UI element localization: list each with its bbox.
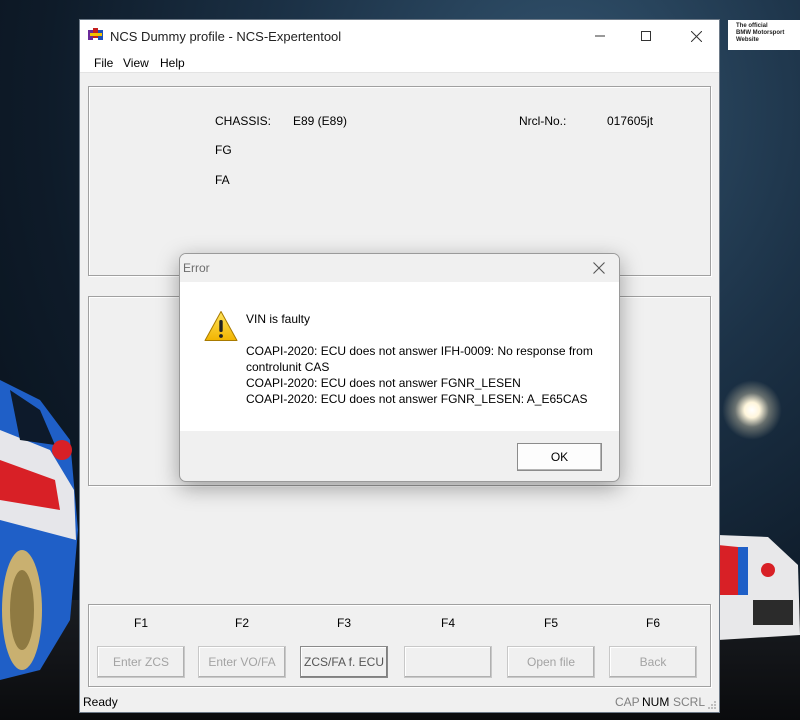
f1-label: F1: [133, 616, 148, 630]
maximize-button[interactable]: [623, 20, 669, 52]
resize-grip-icon[interactable]: [707, 700, 717, 710]
dialog-title-bar[interactable]: Error: [180, 254, 619, 282]
f5-label: F5: [543, 616, 558, 630]
close-button[interactable]: [673, 20, 719, 52]
open-file-button[interactable]: Open file: [507, 646, 595, 678]
menu-help[interactable]: Help: [160, 56, 185, 70]
zcs-fa-from-ecu-button[interactable]: ZCS/FA f. ECU: [300, 646, 388, 678]
maximize-icon: [641, 31, 651, 41]
scrl-indicator: SCRL: [673, 695, 706, 709]
f4-button[interactable]: [404, 646, 492, 678]
bmw-motorsport-logo: The official BMW Motorsport Website: [728, 20, 800, 50]
cap-indicator: CAP: [615, 695, 640, 709]
title-bar[interactable]: NCS Dummy profile - NCS-Expertentool: [80, 20, 719, 52]
ncs-app-icon: [88, 28, 103, 40]
fg-label: FG: [215, 143, 232, 157]
error-dialog: Error VIN is faulty COAPI-2020: ECU does…: [179, 253, 620, 482]
chassis-label: CHASSIS:: [215, 114, 272, 128]
enter-vo-fa-button[interactable]: Enter VO/FA: [198, 646, 286, 678]
f2-label: F2: [234, 616, 249, 630]
dialog-line-1b: controlunit CAS: [246, 360, 330, 374]
menu-view[interactable]: View: [123, 56, 149, 70]
nrcl-value: 017605jt: [607, 114, 654, 128]
wallpaper-race-car-right: [718, 535, 800, 640]
ok-button[interactable]: OK: [517, 443, 602, 471]
wallpaper-light: [722, 380, 782, 440]
enter-zcs-button[interactable]: Enter ZCS: [97, 646, 185, 678]
num-indicator: NUM: [642, 695, 670, 709]
menu-file[interactable]: File: [94, 56, 113, 70]
dialog-line-3: COAPI-2020: ECU does not answer FGNR_LES…: [246, 392, 588, 406]
fa-label: FA: [215, 173, 230, 187]
window-title: NCS Dummy profile - NCS-Expertentool: [110, 29, 342, 44]
minimize-button[interactable]: [577, 20, 623, 52]
dialog-close-icon[interactable]: [591, 260, 607, 276]
dialog-body: VIN is faulty COAPI-2020: ECU does not a…: [180, 282, 619, 431]
status-bar: Ready CAP NUM SCRL: [80, 692, 719, 712]
back-button[interactable]: Back: [609, 646, 697, 678]
menu-bar: File View Help: [80, 52, 719, 73]
dialog-title: Error: [183, 261, 210, 275]
f3-label: F3: [336, 616, 351, 630]
wallpaper-race-car-left: [0, 380, 78, 680]
status-text: Ready: [83, 695, 118, 709]
f4-label: F4: [440, 616, 455, 630]
dialog-line-2: COAPI-2020: ECU does not answer FGNR_LES…: [246, 376, 521, 390]
f6-label: F6: [645, 616, 660, 630]
warning-icon: [204, 311, 238, 341]
nrcl-label: Nrcl-No.:: [519, 114, 567, 128]
chassis-value: E89 (E89): [293, 114, 348, 128]
dialog-line-1: COAPI-2020: ECU does not answer IFH-0009…: [246, 344, 593, 358]
close-icon: [690, 30, 702, 42]
dialog-heading: VIN is faulty: [246, 312, 311, 326]
minimize-icon: [595, 35, 605, 37]
